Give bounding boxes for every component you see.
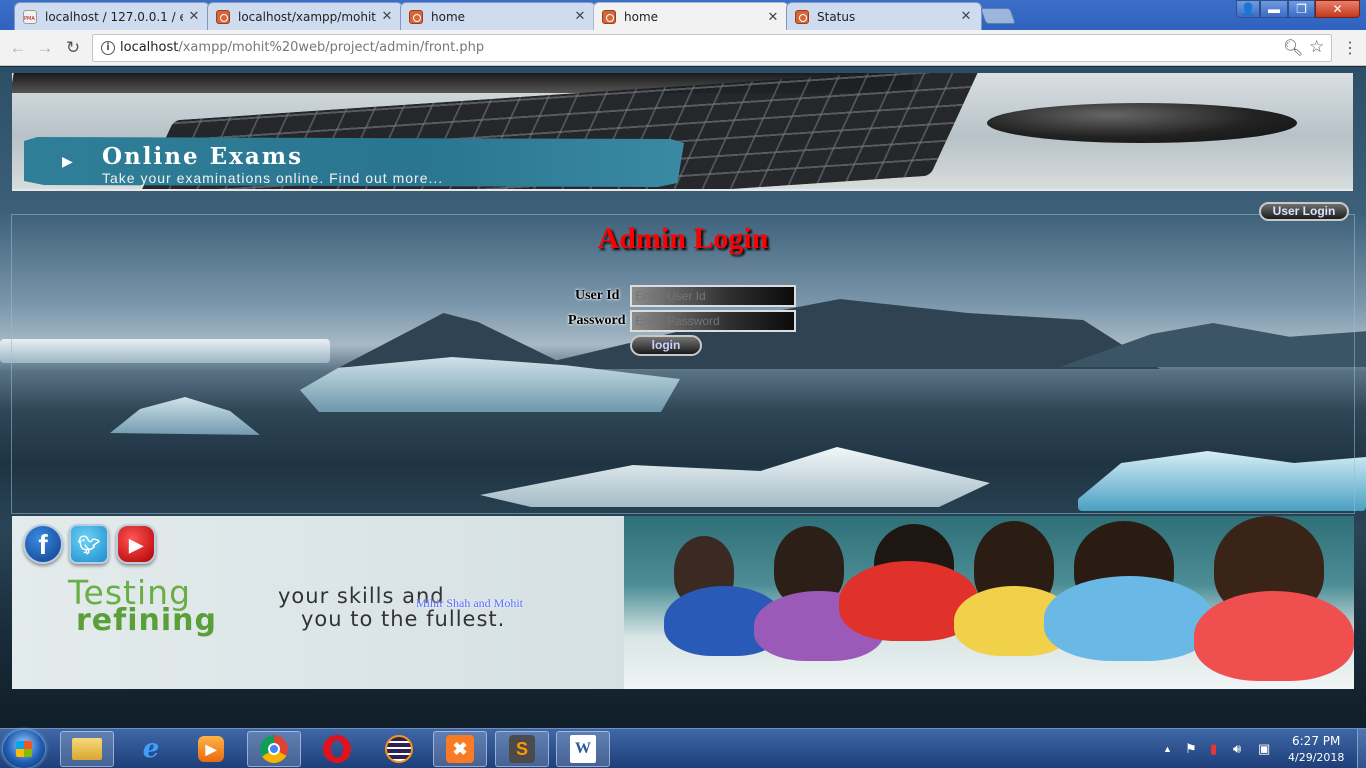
- login-panel: [11, 214, 1355, 514]
- footer-banner: f 🐦︎ ▶ Testing your skills and refining …: [12, 516, 1354, 689]
- xampp-icon[interactable]: ✖: [433, 731, 487, 767]
- internet-explorer-icon[interactable]: e: [124, 731, 178, 767]
- close-icon[interactable]: ✕: [573, 9, 587, 24]
- word-icon[interactable]: W: [556, 731, 610, 767]
- banner-subtitle: Take your examinations online. Find out …: [102, 170, 444, 186]
- url-host: localhost: [120, 40, 179, 55]
- opera-icon[interactable]: [310, 731, 364, 767]
- mouse-image: [987, 103, 1297, 143]
- window-close-button[interactable]: ✕: [1315, 0, 1360, 18]
- userid-label: User Id: [575, 288, 620, 303]
- browser-tab-strip: localhost / 127.0.0.1 / exa ✕ localhost/…: [0, 0, 1366, 31]
- phpmyadmin-icon: [23, 9, 37, 24]
- clock-date[interactable]: 4/29/2018: [1288, 751, 1344, 764]
- close-icon[interactable]: ✕: [187, 9, 201, 24]
- network-icon[interactable]: ▮: [1210, 741, 1217, 757]
- volume-icon[interactable]: 🔊︎: [1233, 741, 1241, 757]
- xampp-icon: [409, 9, 423, 24]
- tab-status[interactable]: Status ✕: [786, 2, 982, 30]
- credit-text: Mihir Shah and Mohit: [416, 596, 523, 610]
- windows-logo-icon: [16, 741, 32, 757]
- header-banner: ▶ Online Exams Take your examinations on…: [12, 73, 1353, 191]
- userid-input[interactable]: [630, 285, 796, 307]
- media-player-icon[interactable]: ▶: [184, 731, 238, 767]
- browser-toolbar: ← → ↻ i localhost/xampp/mohit%20web/proj…: [0, 30, 1366, 66]
- slogan-refining: refining: [76, 603, 217, 638]
- minimize-button[interactable]: ▬: [1260, 0, 1288, 18]
- maximize-button[interactable]: ❐: [1288, 0, 1315, 18]
- file-explorer-icon[interactable]: [60, 731, 114, 767]
- xampp-icon: [602, 10, 616, 24]
- tab-title: localhost / 127.0.0.1 / exa: [45, 9, 183, 24]
- show-hidden-icons-icon[interactable]: ▲: [1163, 744, 1172, 754]
- tab-title: home: [624, 10, 659, 24]
- tab-title: home: [431, 9, 466, 24]
- tab-home-active[interactable]: home ✕: [593, 2, 789, 31]
- zoom-icon[interactable]: 🔍︎: [1283, 38, 1303, 57]
- battery-icon[interactable]: ▣: [1258, 741, 1270, 757]
- chrome-icon[interactable]: [247, 731, 301, 767]
- address-bar[interactable]: i localhost/xampp/mohit%20web/project/ad…: [92, 34, 1332, 62]
- close-icon[interactable]: ✕: [959, 9, 973, 24]
- eclipse-icon[interactable]: [372, 731, 426, 767]
- back-arrow-icon[interactable]: ←: [8, 38, 28, 58]
- url-path: /xampp/mohit%20web/project/admin/front.p…: [178, 40, 485, 55]
- tab-phpmyadmin[interactable]: localhost / 127.0.0.1 / exa ✕: [14, 2, 210, 30]
- windows-taskbar: e ▶ ✖ S W ▲ ⚑ ▮ 🔊︎ ▣ 6:27 PM 4/29/2018: [0, 728, 1366, 768]
- student-figure: [1194, 591, 1354, 681]
- facebook-icon[interactable]: f: [23, 524, 63, 564]
- xampp-icon: [216, 9, 230, 24]
- close-icon[interactable]: ✕: [380, 9, 394, 24]
- browser-menu-icon[interactable]: ⋮: [1342, 38, 1358, 58]
- user-login-button[interactable]: User Login: [1259, 202, 1349, 221]
- password-label: Password: [568, 313, 626, 328]
- url-text[interactable]: localhost/xampp/mohit%20web/project/admi…: [120, 40, 484, 55]
- start-button[interactable]: [3, 730, 45, 768]
- user-profile-icon[interactable]: 👤: [1236, 0, 1260, 18]
- tab-xampp-mohit[interactable]: localhost/xampp/mohit w ✕: [207, 2, 403, 30]
- student-figure: [1044, 576, 1214, 661]
- twitter-icon[interactable]: 🐦︎: [69, 524, 109, 564]
- page-viewport: ▶ Online Exams Take your examinations on…: [0, 67, 1366, 728]
- clock-time[interactable]: 6:27 PM: [1292, 734, 1340, 748]
- action-center-flag-icon[interactable]: ⚑: [1185, 741, 1197, 757]
- close-icon[interactable]: ✕: [766, 10, 780, 25]
- tab-home[interactable]: home ✕: [400, 2, 596, 30]
- forward-arrow-icon[interactable]: →: [35, 38, 55, 58]
- login-button[interactable]: login: [630, 335, 702, 356]
- show-desktop-button[interactable]: [1357, 729, 1366, 768]
- new-tab-button[interactable]: [980, 8, 1016, 24]
- banner-title: Online Exams: [102, 143, 304, 170]
- tab-title: localhost/xampp/mohit w: [238, 9, 376, 24]
- bookmark-star-icon[interactable]: ☆: [1309, 37, 1324, 57]
- page-title: Admin Login: [597, 222, 769, 255]
- reload-icon[interactable]: ↻: [63, 38, 83, 58]
- tab-title: Status: [817, 9, 856, 24]
- xampp-icon: [795, 9, 809, 24]
- youtube-icon[interactable]: ▶: [116, 524, 156, 564]
- password-input[interactable]: [630, 310, 796, 332]
- info-icon[interactable]: i: [101, 41, 115, 55]
- play-arrow-icon: ▶: [62, 153, 73, 169]
- students-photo: [624, 516, 1354, 689]
- sublime-text-icon[interactable]: S: [495, 731, 549, 767]
